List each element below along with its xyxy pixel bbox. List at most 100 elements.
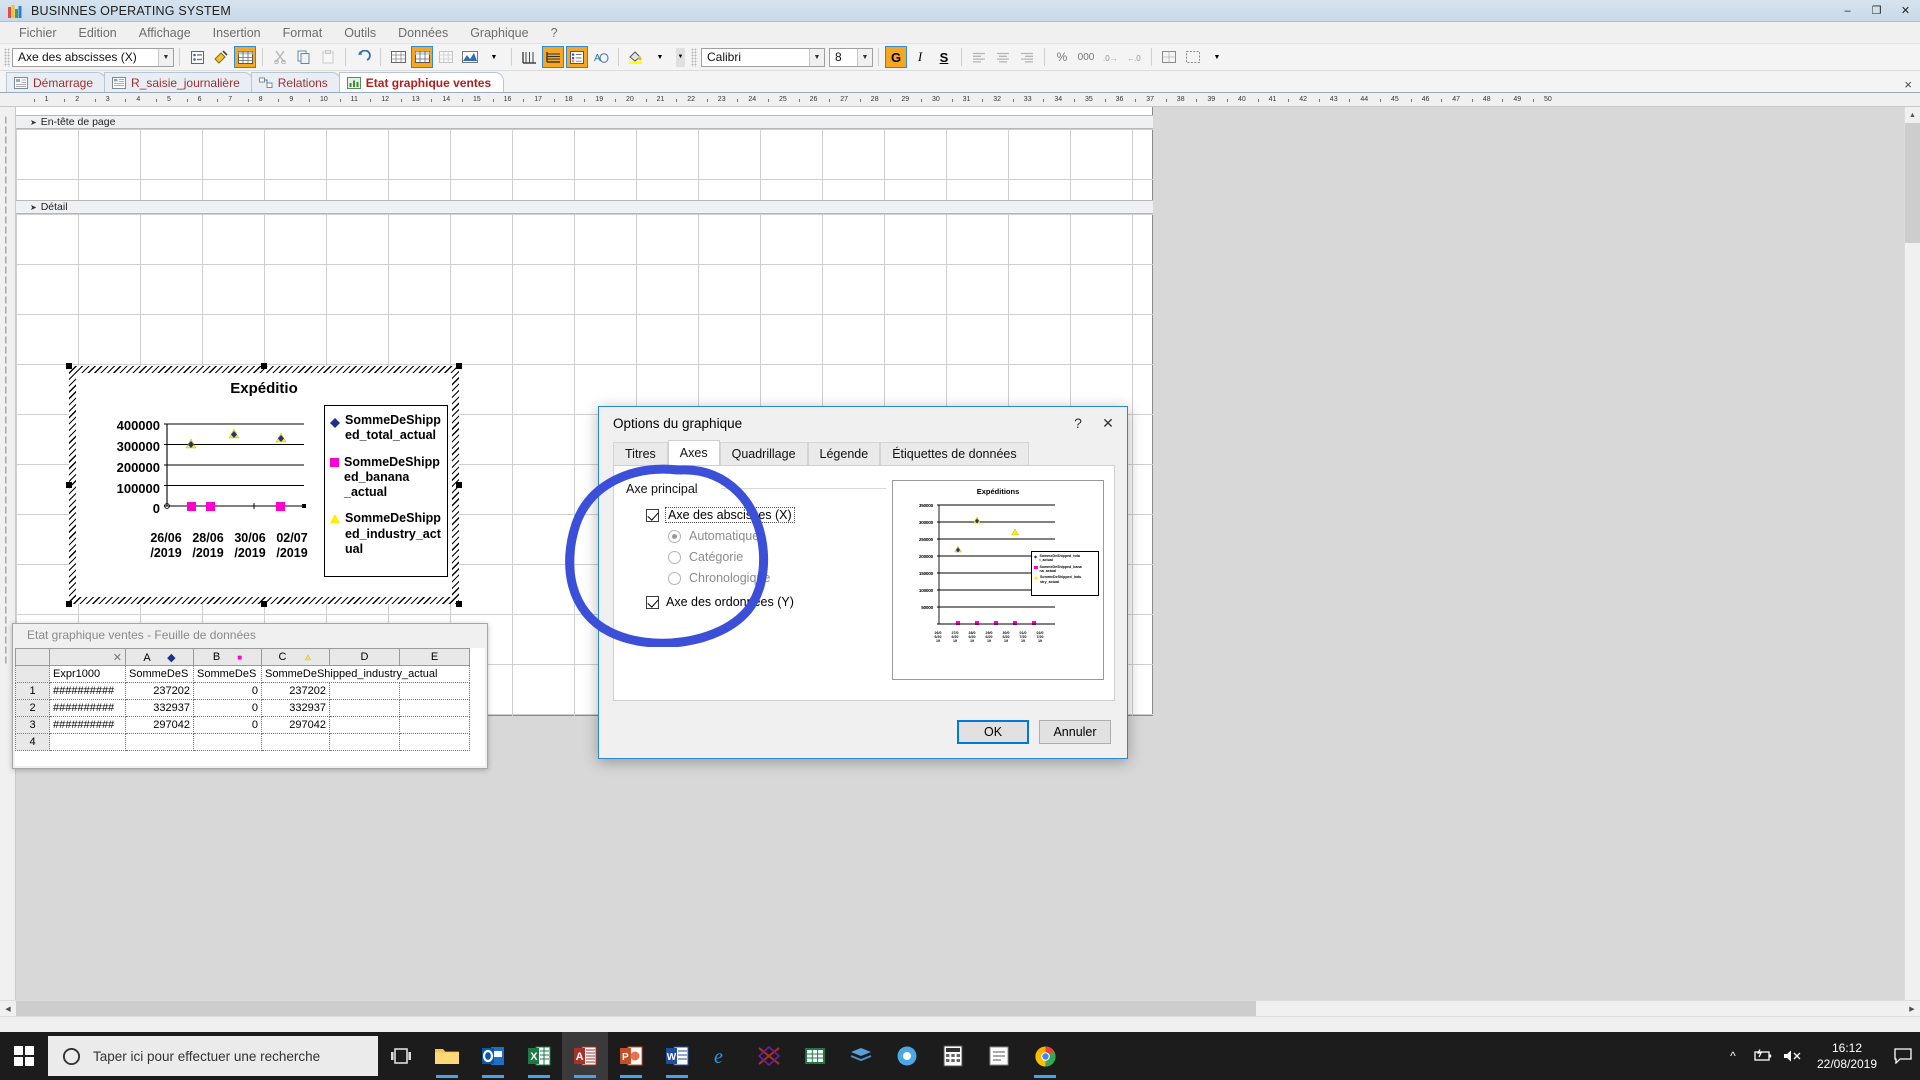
paste-icon[interactable] [317, 46, 339, 68]
menu-item-insertion[interactable]: Insertion [202, 24, 272, 42]
task-view-icon[interactable] [378, 1032, 424, 1080]
doc-tab-etat-graphique-ventes[interactable]: Etat graphique ventes [338, 72, 505, 92]
underline-button[interactable]: S [933, 46, 955, 68]
borders-alt-icon[interactable] [1182, 46, 1204, 68]
properties-sheet-button[interactable] [186, 46, 208, 68]
menu-item-outils[interactable]: Outils [333, 24, 387, 42]
toolbar-grip-1[interactable] [4, 47, 10, 67]
col-header-e[interactable]: E [399, 648, 470, 666]
chevron-down-icon[interactable]: ▼ [809, 48, 824, 66]
align-left-icon[interactable] [968, 46, 990, 68]
chart-options-dialog[interactable]: Options du graphique ? ✕ Titres Axes Qua… [598, 406, 1128, 759]
horizontal-scrollbar[interactable]: ◀ ▶ [0, 1000, 1920, 1017]
checkbox-axe-abscisses[interactable]: Axe des abscisses (X) [646, 507, 886, 523]
row-number[interactable]: 4 [15, 733, 50, 751]
align-right-icon[interactable] [1016, 46, 1038, 68]
tab-etiquettes[interactable]: Étiquettes de données [880, 442, 1029, 465]
table-view-icon[interactable] [387, 46, 409, 68]
cell[interactable] [261, 733, 330, 751]
section-header-page-header[interactable]: ➤ En-tête de page [16, 115, 1153, 129]
chart-type-dropdown[interactable]: ▼ [483, 46, 505, 68]
chevron-down-icon[interactable]: ▼ [158, 48, 173, 66]
calculator-icon[interactable] [930, 1032, 976, 1080]
scroll-right-button[interactable]: ▶ [1904, 1001, 1920, 1017]
scroll-left-button[interactable]: ◀ [0, 1001, 16, 1017]
cell[interactable] [125, 733, 194, 751]
internet-explorer-icon[interactable]: e [700, 1032, 746, 1080]
cell[interactable] [399, 699, 470, 717]
datasheet-window[interactable]: Etat graphique ventes - Feuille de donné… [12, 623, 488, 769]
field-row-selector[interactable] [15, 665, 50, 683]
doc-tab-relations[interactable]: Relations [250, 72, 341, 92]
cell[interactable]: 297042 [261, 716, 330, 734]
menu-item-affichage[interactable]: Affichage [128, 24, 202, 42]
vertical-scrollbar[interactable]: ▲ ▼ [1904, 107, 1920, 1016]
bold-button[interactable]: G [885, 46, 907, 68]
cell[interactable] [193, 733, 262, 751]
toolbar-overflow[interactable]: ▼ [676, 47, 685, 67]
ok-button[interactable]: OK [957, 720, 1029, 744]
radio-icon[interactable] [668, 529, 681, 543]
cancel-button[interactable]: Annuler [1039, 720, 1111, 744]
fill-color-icon[interactable] [625, 46, 647, 68]
action-center-icon[interactable] [1886, 1032, 1920, 1080]
chart-canvas[interactable]: Expéditio 400000 300000 200000 100000 0 [76, 373, 452, 597]
menu-item-help[interactable]: ? [540, 24, 569, 42]
notepad-icon[interactable] [976, 1032, 1022, 1080]
help-icon[interactable]: ? [1063, 408, 1093, 438]
thousands-format-icon[interactable]: 000 [1075, 46, 1097, 68]
cell[interactable] [329, 733, 400, 751]
vertical-scroll-thumb[interactable] [1905, 123, 1920, 243]
radio-chronologique[interactable]: Chronologique [668, 571, 886, 585]
scroll-up-button[interactable]: ▲ [1905, 107, 1920, 123]
cell[interactable] [399, 716, 470, 734]
volume-muted-icon[interactable] [1778, 1032, 1808, 1080]
select-all-cell[interactable] [15, 648, 50, 666]
chart-legend[interactable]: SommeDeShipp ed_total_actual SommeDeShipp… [324, 405, 448, 577]
chrome-alt-icon[interactable] [884, 1032, 930, 1080]
radio-automatique[interactable]: Automatique [668, 529, 886, 543]
access-icon[interactable]: A [562, 1032, 608, 1080]
minimize-button[interactable]: – [1833, 0, 1862, 22]
radio-categorie[interactable]: Catégorie [668, 550, 886, 564]
legend-icon[interactable] [566, 46, 588, 68]
cell[interactable] [329, 682, 400, 700]
page-header-grid[interactable] [16, 129, 1153, 200]
tab-titres[interactable]: Titres [613, 442, 668, 465]
cell[interactable]: 237202 [125, 682, 194, 700]
toolbar-grip-2[interactable] [691, 47, 697, 67]
col-header-d[interactable]: D [329, 648, 400, 666]
cell[interactable] [399, 733, 470, 751]
report-design-surface[interactable]: | | | | | | | | | | | | | | | | | | | | | | | | | | | | | | | | | | | | | | | |… [0, 107, 1920, 1016]
cell[interactable]: 297042 [125, 716, 194, 734]
object-select-combo[interactable]: Axe des abscisses (X) ▼ [12, 47, 174, 67]
increase-decimal-icon[interactable]: .0 → [1099, 46, 1121, 68]
chevron-down-icon[interactable]: ▼ [857, 48, 872, 66]
resize-handle-bl[interactable] [66, 601, 72, 607]
visio-icon[interactable] [746, 1032, 792, 1080]
datasheet-view-button[interactable] [234, 46, 256, 68]
resize-handle-ml[interactable] [66, 482, 72, 488]
grid-icon[interactable] [435, 46, 457, 68]
cell[interactable]: 0 [193, 716, 262, 734]
chart-control[interactable]: Expéditio 400000 300000 200000 100000 0 [66, 363, 462, 607]
font-name-combo[interactable]: Calibri ▼ [701, 47, 825, 67]
col-header-b[interactable]: B ■ [193, 648, 262, 666]
doc-tab-demarrage[interactable]: Démarrage [6, 72, 107, 92]
percent-format-icon[interactable]: % [1051, 46, 1073, 68]
chrome-icon[interactable] [1022, 1032, 1068, 1080]
col-header-expr[interactable]: ✕ [49, 648, 126, 666]
borders-icon[interactable] [1158, 46, 1180, 68]
resize-handle-mr[interactable] [456, 482, 462, 488]
menu-item-donnees[interactable]: Données [387, 24, 459, 42]
resize-handle-tl[interactable] [66, 363, 72, 369]
font-size-combo[interactable]: 8 ▼ [829, 47, 873, 67]
radio-icon[interactable] [668, 571, 681, 585]
more-commands-icon[interactable]: ▼ [1206, 46, 1228, 68]
axis-icon[interactable] [518, 46, 540, 68]
resize-handle-bc[interactable] [261, 601, 267, 607]
col-header-a[interactable]: A ◆ [125, 648, 194, 666]
cell[interactable]: 0 [193, 682, 262, 700]
copy-icon[interactable] [293, 46, 315, 68]
show-hidden-icons-button[interactable]: ^ [1718, 1032, 1748, 1080]
